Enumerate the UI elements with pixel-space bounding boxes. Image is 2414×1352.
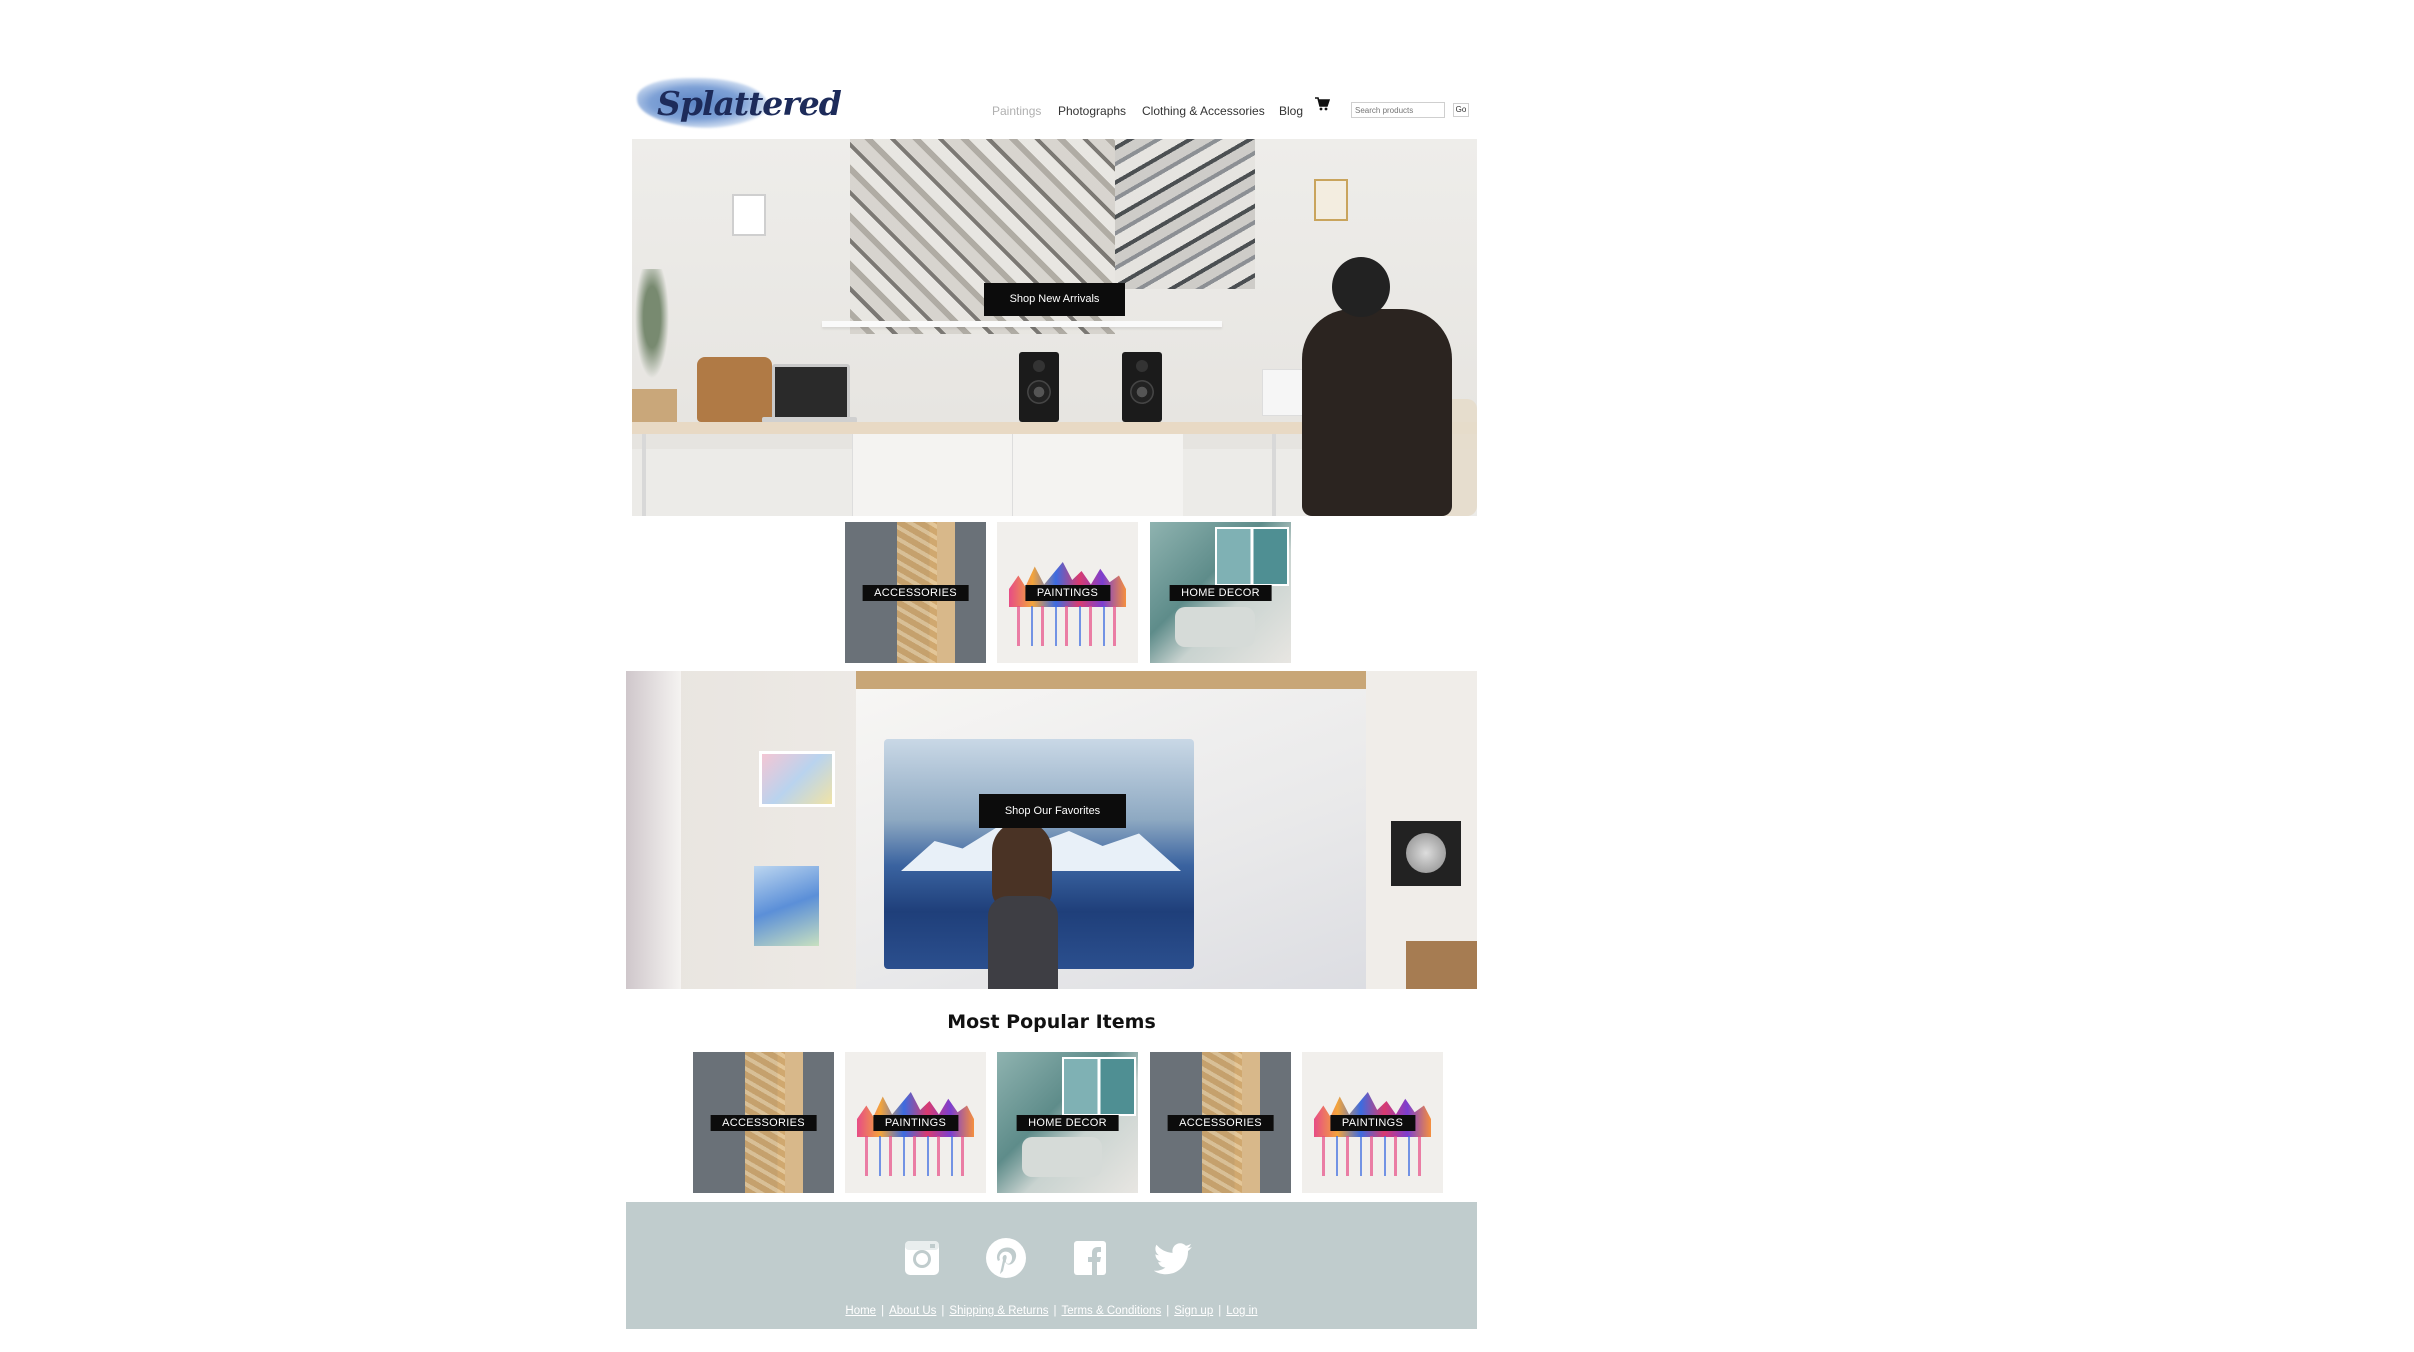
page: Splattered Paintings Photographs Clothin… <box>0 0 2414 1352</box>
cabinet-divider <box>1012 434 1013 516</box>
category-tile-home-decor[interactable]: HOME DECOR <box>1150 522 1291 663</box>
speaker-right <box>1122 352 1162 422</box>
tile-label: HOME DECOR <box>1016 1114 1119 1131</box>
brand-logo[interactable]: Splattered <box>637 72 842 134</box>
wood-beam <box>856 671 1366 689</box>
search-go-button[interactable]: Go <box>1453 103 1469 117</box>
tile-label: PAINTINGS <box>1329 1114 1416 1131</box>
hero-new-arrivals-image <box>632 139 1477 516</box>
pinterest-icon[interactable] <box>984 1236 1028 1280</box>
nav-item-photographs[interactable]: Photographs <box>1058 104 1126 118</box>
popular-section-title: Most Popular Items <box>947 1011 1156 1033</box>
nav-item-blog[interactable]: Blog <box>1279 104 1303 118</box>
nav-item-paintings[interactable]: Paintings <box>992 104 1041 118</box>
moodboard-right <box>1115 139 1255 289</box>
link-separator: | <box>881 1305 885 1317</box>
artist-body <box>988 896 1058 989</box>
footer-link-log-in[interactable]: Log in <box>1226 1305 1257 1317</box>
link-separator: | <box>941 1305 945 1317</box>
wall-art-blue <box>754 866 819 946</box>
footer-link-sign-up[interactable]: Sign up <box>1174 1305 1213 1317</box>
tile-label: PAINTINGS <box>1024 584 1111 601</box>
hero-favorites-image <box>626 671 1477 989</box>
popular-item-paintings[interactable]: PAINTINGS <box>845 1052 986 1193</box>
plant <box>632 269 672 389</box>
instagram-icon[interactable] <box>900 1236 944 1280</box>
person-body <box>1302 309 1452 516</box>
wooden-box <box>632 389 677 422</box>
link-separator: | <box>1166 1305 1170 1317</box>
nav-item-clothing-accessories[interactable]: Clothing & Accessories <box>1142 104 1265 118</box>
category-tile-paintings[interactable]: PAINTINGS <box>997 522 1138 663</box>
category-tile-accessories[interactable]: ACCESSORIES <box>845 522 986 663</box>
person-head <box>1332 257 1390 317</box>
popular-item-home-decor[interactable]: HOME DECOR <box>997 1052 1138 1193</box>
link-separator: | <box>1053 1305 1057 1317</box>
footer-links: Home | About Us | Shipping & Returns | Terms &… <box>626 1305 1477 1317</box>
popular-item-accessories[interactable]: ACCESSORIES <box>1150 1052 1291 1193</box>
footer-link-about-us[interactable]: About Us <box>889 1305 936 1317</box>
popular-item-paintings[interactable]: PAINTINGS <box>1302 1052 1443 1193</box>
tile-label: HOME DECOR <box>1169 584 1272 601</box>
footer-link-terms-conditions[interactable]: Terms & Conditions <box>1062 1305 1162 1317</box>
footer-link-shipping-returns[interactable]: Shipping & Returns <box>949 1305 1048 1317</box>
wall-frame-left <box>732 194 766 236</box>
link-separator: | <box>1218 1305 1222 1317</box>
desk-leg <box>642 434 646 516</box>
tile-label: ACCESSORIES <box>1167 1114 1274 1131</box>
footer: Home | About Us | Shipping & Returns | Terms &… <box>626 1202 1477 1329</box>
speaker-left <box>1019 352 1059 422</box>
shop-new-arrivals-button[interactable]: Shop New Arrivals <box>984 283 1125 316</box>
work-table <box>1406 941 1477 989</box>
shop-our-favorites-button[interactable]: Shop Our Favorites <box>979 794 1126 828</box>
shopping-cart-icon[interactable] <box>1314 96 1331 112</box>
popular-item-accessories[interactable]: ACCESSORIES <box>693 1052 834 1193</box>
wall-art-small <box>759 751 835 807</box>
laptop <box>772 364 850 420</box>
search-input[interactable] <box>1351 102 1445 118</box>
leather-bag <box>697 357 772 422</box>
logo-text: Splattered <box>657 84 842 123</box>
tile-label: PAINTINGS <box>872 1114 959 1131</box>
shelf <box>822 321 1222 327</box>
facebook-icon[interactable] <box>1068 1236 1112 1280</box>
window <box>626 671 681 989</box>
twitter-icon[interactable] <box>1152 1236 1196 1280</box>
footer-link-home[interactable]: Home <box>845 1305 876 1317</box>
moon-print <box>1391 821 1461 886</box>
tile-label: ACCESSORIES <box>710 1114 817 1131</box>
tile-label: ACCESSORIES <box>862 584 969 601</box>
desk-leg <box>1272 434 1276 516</box>
cabinet <box>852 434 1183 516</box>
wall-frame-right <box>1314 179 1348 221</box>
